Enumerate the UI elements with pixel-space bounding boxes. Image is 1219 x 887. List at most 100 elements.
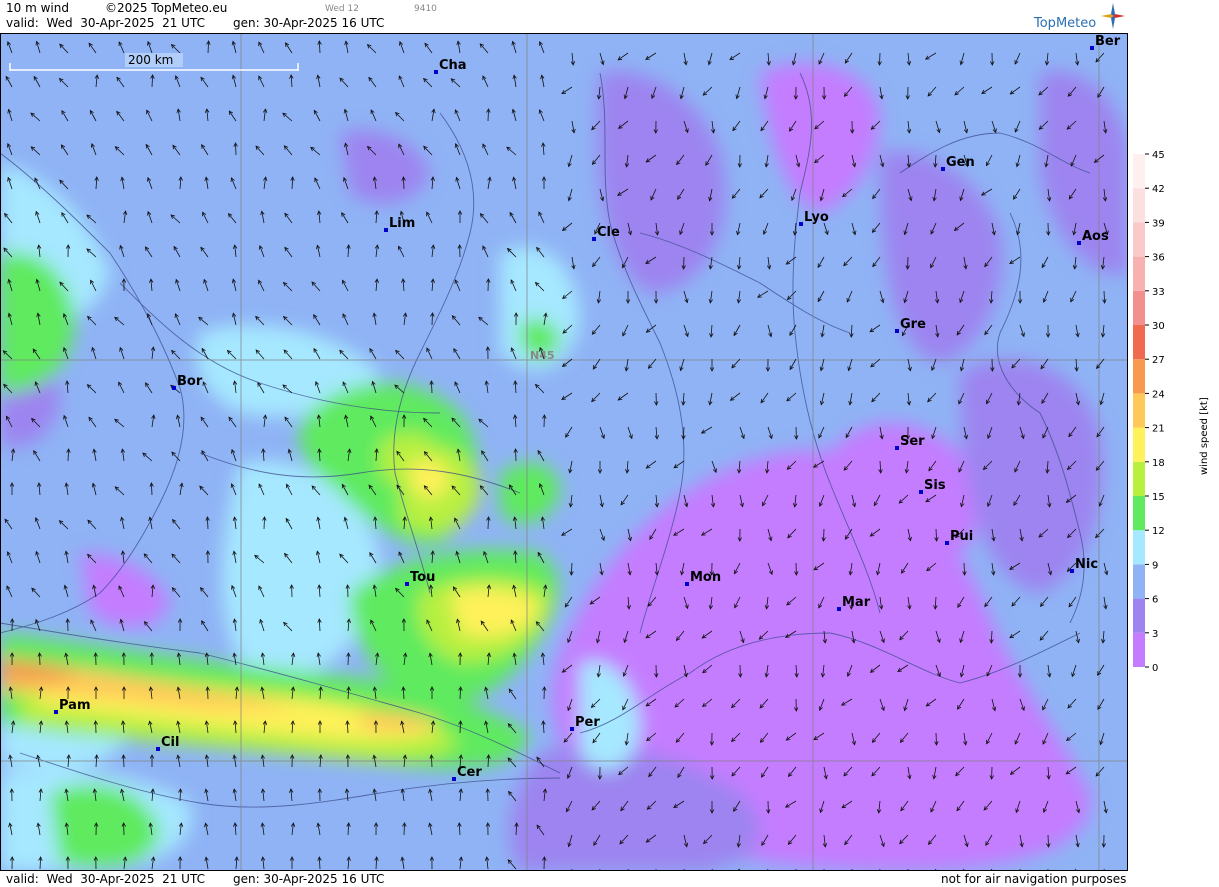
legend-tick-label: 33 — [1152, 287, 1165, 298]
wind-arrow — [347, 652, 349, 666]
city-marker — [919, 490, 923, 494]
legend-tick-label: 0 — [1152, 663, 1158, 674]
city-marker — [1090, 46, 1094, 50]
legend-color-step — [1133, 359, 1145, 394]
city-pam: Pam — [54, 698, 91, 714]
legend-tick-label: 36 — [1152, 253, 1165, 264]
city-tou: Tou — [405, 570, 435, 586]
city-marker — [1070, 569, 1074, 573]
city-mar: Mar — [837, 595, 871, 611]
city-label: Bor — [177, 374, 203, 389]
legend-color-step — [1133, 222, 1145, 257]
city-marker — [434, 70, 438, 74]
city-cha: Cha — [434, 58, 467, 74]
legend-tick-label: 9 — [1152, 560, 1158, 571]
wind-arrow — [515, 448, 517, 462]
wind-arrow — [179, 788, 181, 802]
city-marker — [895, 446, 899, 450]
wind-arrow — [263, 516, 265, 530]
legend-color-step — [1133, 427, 1145, 462]
wind-speed-legend: 0369121518212427303336394245 wind speed … — [1133, 150, 1210, 674]
wind-arrow — [431, 312, 433, 326]
city-label: Gre — [900, 317, 926, 332]
city-per: Per — [570, 715, 600, 731]
city-label: Pam — [59, 698, 91, 713]
wind-arrow — [935, 732, 937, 746]
legend-tick-label: 39 — [1152, 218, 1165, 229]
city-label: Cil — [161, 735, 179, 750]
legend-color-step — [1133, 564, 1145, 599]
small-id-label: 9410 — [414, 4, 437, 14]
topmeteo-logo: TopMeteo — [1034, 16, 1097, 31]
city-gre: Gre — [895, 317, 926, 333]
city-label: Mon — [690, 570, 721, 585]
legend-color-step — [1133, 461, 1145, 496]
city-marker — [685, 582, 689, 586]
legend-color-step — [1133, 290, 1145, 325]
city-label: Nic — [1075, 557, 1098, 572]
city-label: Per — [575, 715, 600, 730]
city-nic: Nic — [1070, 557, 1098, 573]
legend-tick-label: 42 — [1152, 184, 1165, 195]
wind-arrow — [403, 822, 405, 836]
city-lyo: Lyo — [799, 210, 829, 226]
city-marker — [837, 607, 841, 611]
city-marker — [945, 541, 949, 545]
legend-color-step — [1133, 154, 1145, 189]
legend-tick-label: 21 — [1152, 424, 1165, 435]
legend-tick-label: 6 — [1152, 595, 1158, 606]
legend-color-step — [1133, 496, 1145, 531]
legend-color-step — [1133, 632, 1145, 667]
copyright: ©2025 TopMeteo.eu — [105, 1, 228, 15]
legend-color-step — [1133, 256, 1145, 291]
city-label: Cle — [597, 225, 620, 240]
wind-map[interactable]: N45 200 km Cha Lim Cle Lyo Gen Ber Aos Gre Bor Se… — [0, 33, 1128, 871]
small-run-label: Wed 12 — [325, 4, 359, 14]
wind-arrow — [487, 108, 489, 122]
city-cle: Cle — [592, 225, 620, 241]
city-bor: Bor — [172, 374, 203, 390]
legend-tick-label: 45 — [1152, 150, 1165, 161]
wind-arrow — [823, 528, 825, 542]
city-label: Lyo — [804, 210, 829, 225]
city-marker — [172, 386, 176, 390]
footer-valid: valid: Wed 30-Apr-2025 21 UTC — [6, 872, 205, 886]
compass-logo-icon — [1101, 3, 1125, 29]
legend-tick-label: 30 — [1152, 321, 1165, 332]
scale-bar-label: 200 km — [128, 53, 173, 67]
legend-tick-label: 18 — [1152, 458, 1165, 469]
city-marker — [799, 222, 803, 226]
city-label: Mar — [842, 595, 871, 610]
city-label: Ber — [1095, 34, 1121, 49]
city-marker — [384, 228, 388, 232]
city-pui: Pui — [945, 529, 973, 545]
legend-color-step — [1133, 325, 1145, 360]
legend-title: wind speed [kt] — [1199, 397, 1210, 475]
legend-tick-label: 3 — [1152, 629, 1158, 640]
legend-tick-label: 15 — [1152, 492, 1165, 503]
wind-arrow — [39, 652, 41, 666]
legend-tick-label: 27 — [1152, 355, 1165, 366]
wind-arrow — [1047, 834, 1049, 848]
city-aos: Aos — [1077, 229, 1109, 245]
legend-color-step — [1133, 393, 1145, 428]
legend-color-step — [1133, 598, 1145, 633]
footer-disclaimer: not for air navigation purposes — [941, 872, 1127, 886]
city-marker — [941, 167, 945, 171]
product-title: 10 m wind — [6, 1, 69, 15]
wind-arrow — [879, 52, 881, 66]
wind-arrow — [235, 142, 237, 156]
wind-arrow — [347, 584, 349, 598]
city-label: Cha — [439, 58, 467, 73]
city-lim: Lim — [384, 216, 415, 232]
city-label: Cer — [457, 765, 482, 780]
city-marker — [592, 237, 596, 241]
city-marker — [54, 710, 58, 714]
header-valid: valid: Wed 30-Apr-2025 21 UTC — [6, 16, 205, 30]
wind-arrow — [487, 516, 489, 530]
city-label: Lim — [389, 216, 415, 231]
city-label: Tou — [410, 570, 435, 585]
legend-color-step — [1133, 188, 1145, 223]
footer-gen: gen: 30-Apr-2025 16 UTC — [233, 872, 385, 886]
city-label: Gen — [946, 155, 975, 170]
